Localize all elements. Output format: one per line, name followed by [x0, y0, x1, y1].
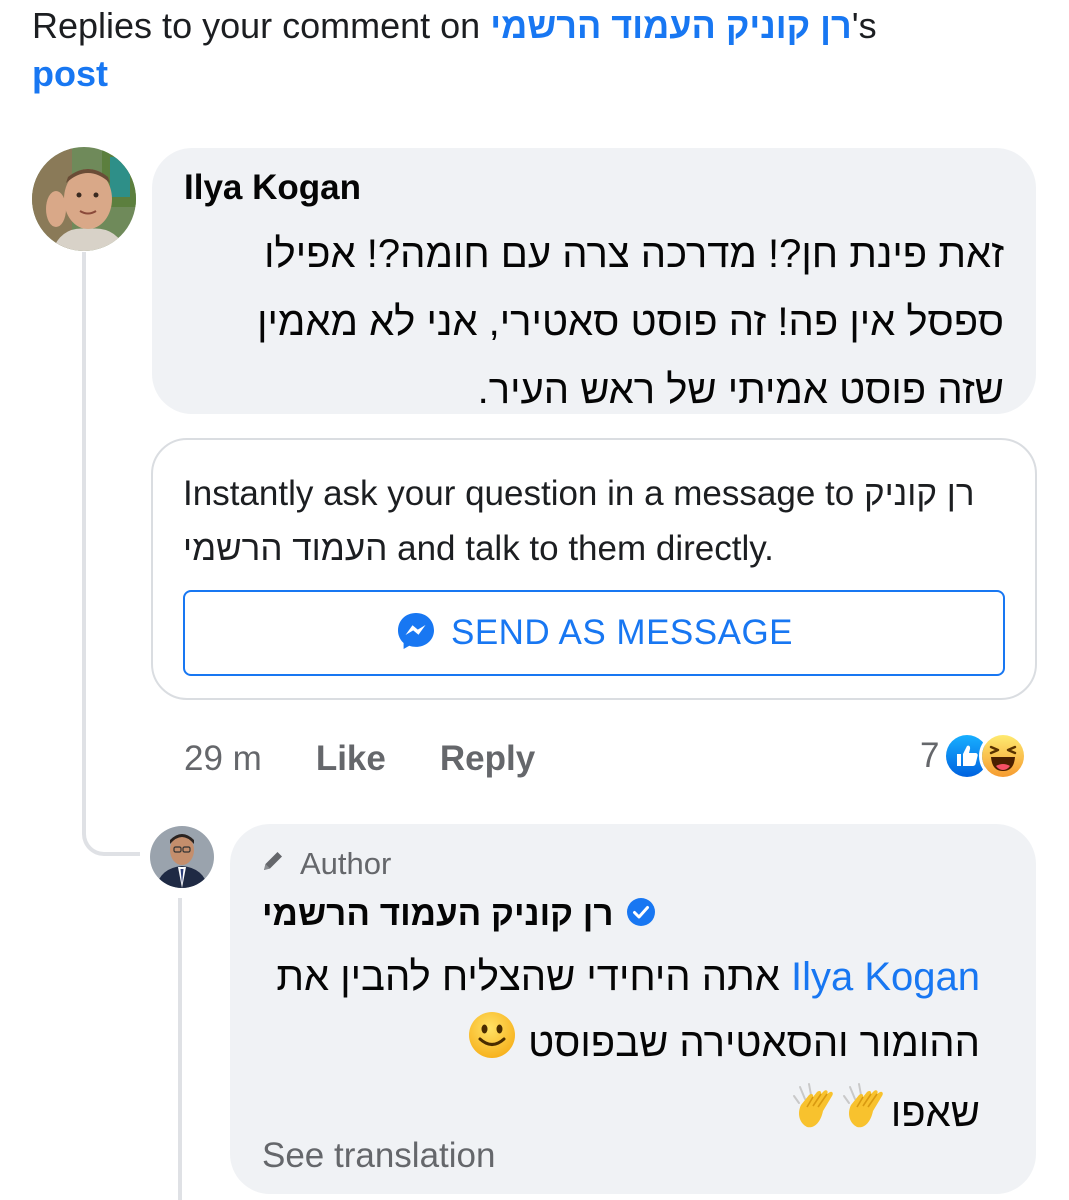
message-prompt-suffix: and talk to them directly. [387, 529, 774, 568]
avatar-ilya-kogan[interactable] [32, 147, 136, 251]
pencil-icon [260, 846, 286, 882]
see-translation-link[interactable]: See translation [262, 1136, 495, 1176]
haha-reaction-icon [979, 732, 1028, 780]
header-prefix: Replies to your comment on [32, 5, 491, 46]
messenger-icon [395, 610, 437, 657]
send-as-message-button[interactable]: SEND AS MESSAGE [183, 590, 1005, 676]
clapping-hands-icon [791, 1081, 841, 1151]
page-name-link[interactable]: רן קוניק העמוד הרשמי [490, 5, 852, 46]
thread-connector [82, 800, 140, 856]
header-possessive: 's [851, 5, 877, 46]
comment-timestamp[interactable]: 29 m [184, 739, 262, 779]
reply-author-name[interactable]: רן קוניק העמוד הרשמי [262, 894, 614, 934]
comment-actions: 29 m Like Reply [184, 736, 535, 782]
reply-author-row: רן קוניק העמוד הרשמי [262, 894, 656, 934]
thread-line-reply [178, 898, 182, 1200]
avatar-page-author[interactable] [150, 826, 214, 888]
post-link[interactable]: post [32, 53, 108, 94]
send-as-message-label: SEND AS MESSAGE [450, 613, 794, 652]
reply-text-part2: שאפו [890, 1091, 980, 1136]
reactions-summary[interactable]: 7 [920, 731, 1028, 781]
like-button[interactable]: Like [316, 739, 386, 779]
comment-author-name[interactable]: Ilya Kogan [184, 168, 361, 208]
author-badge: Author [260, 846, 391, 882]
message-prompt-text: Instantly ask your question in a message… [183, 466, 1003, 576]
reaction-count: 7 [920, 736, 940, 775]
send-message-card: Instantly ask your question in a message… [151, 438, 1037, 700]
comment-text: זאת פינת חן?! מדרכה צרה עם חומה?! אפילו … [257, 232, 1004, 412]
reply-bubble[interactable]: Author רן קוניק העמוד הרשמי Ilya Kogan א… [230, 824, 1036, 1194]
verified-badge-icon [626, 897, 656, 932]
notification-header: Replies to your comment on רן קוניק העמו… [32, 2, 1032, 98]
reply-text: Ilya Kogan אתה היחידי שהצליח להבין את הה… [260, 944, 980, 1151]
comment-bubble[interactable]: Ilya Kogan זאת פינת חן?! מדרכה צרה עם חו… [152, 148, 1036, 414]
thread-line [82, 252, 86, 832]
clapping-hands-icon [841, 1081, 891, 1151]
reply-button[interactable]: Reply [440, 739, 535, 779]
mention-ilya-kogan[interactable]: Ilya Kogan [791, 955, 980, 999]
author-badge-label: Author [300, 846, 392, 881]
message-prompt-prefix: Instantly ask your question in a message… [183, 474, 864, 513]
slightly-smiling-face-icon [467, 1010, 517, 1080]
